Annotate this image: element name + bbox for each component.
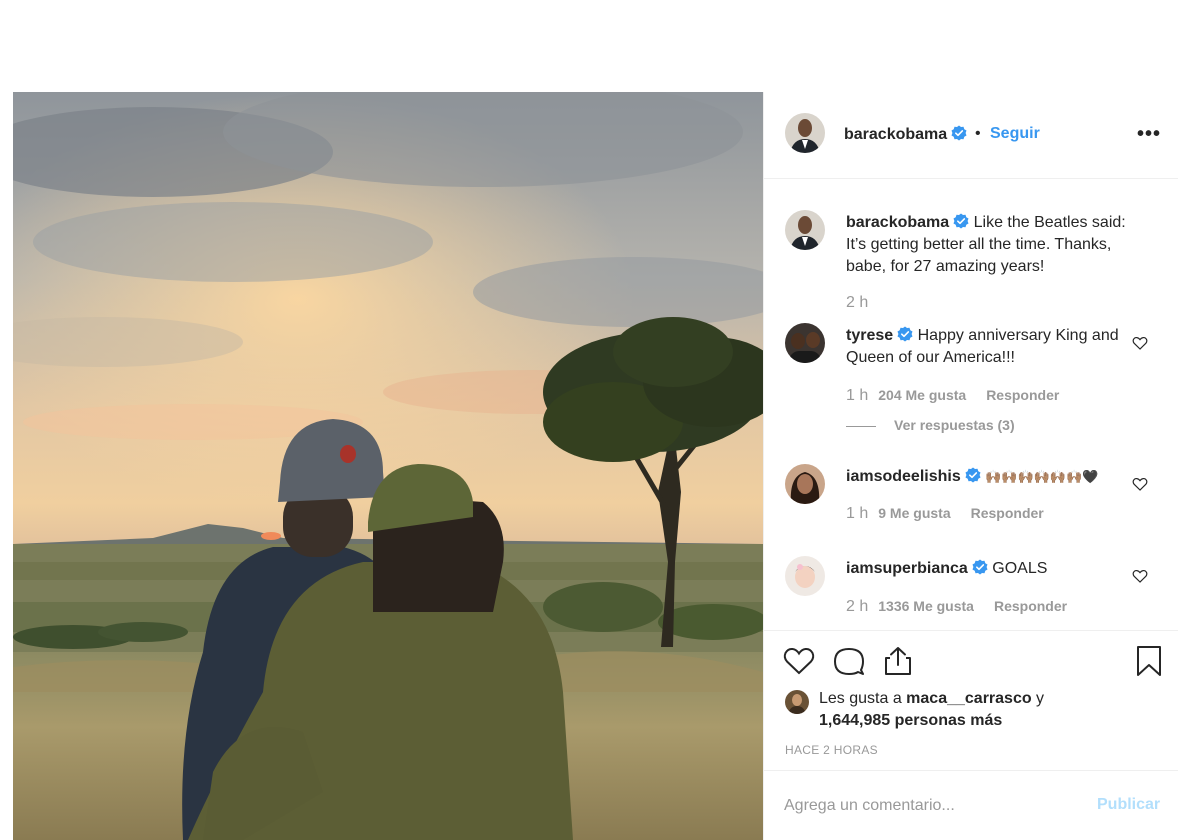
comment-input[interactable] xyxy=(784,793,1084,819)
follow-button[interactable]: Seguir xyxy=(990,125,1040,143)
like-comment-heart-icon[interactable] xyxy=(1132,476,1148,492)
sunset-savanna-photo xyxy=(13,92,763,840)
reply-button[interactable]: Responder xyxy=(971,505,1044,521)
caption-username[interactable]: barackobama xyxy=(846,214,949,231)
comment-body: GOALS xyxy=(992,560,1048,577)
comment-text: iamsuperbianca GOALS xyxy=(846,558,1146,580)
caption-time[interactable]: 2 h xyxy=(846,294,868,311)
view-replies-button[interactable]: Ver respuestas (3) xyxy=(846,417,1015,433)
comment-likes[interactable]: 1336 Me gusta xyxy=(878,598,974,614)
caption-avatar[interactable] xyxy=(785,210,825,250)
author-username[interactable]: barackobama xyxy=(844,125,967,144)
view-replies-label: Ver respuestas (3) xyxy=(894,417,1015,433)
likes-count[interactable]: 1,644,985 personas más xyxy=(819,712,1002,729)
caption-meta: 2 h xyxy=(846,294,878,312)
comment-time[interactable]: 1 h xyxy=(846,387,868,404)
verified-badge-icon xyxy=(951,125,967,141)
comment-likes[interactable]: 204 Me gusta xyxy=(878,387,966,403)
like-comment-heart-icon[interactable] xyxy=(1132,568,1148,584)
comment-meta: 1 h 9 Me gusta Responder xyxy=(846,505,1044,523)
publish-button[interactable]: Publicar xyxy=(1097,796,1160,814)
comment-time[interactable]: 1 h xyxy=(846,505,868,522)
heart-icon[interactable] xyxy=(782,644,816,678)
comment-username[interactable]: iamsuperbianca xyxy=(846,560,968,577)
replies-line xyxy=(846,425,876,427)
author-avatar[interactable] xyxy=(785,113,825,153)
like-comment-heart-icon[interactable] xyxy=(1132,335,1148,351)
comment-text: iamsodeelishis 🙌🏽🙌🏽🙌🏽🙌🏽🙌🏽🙌🏽🖤 xyxy=(846,466,1146,488)
more-options-icon[interactable]: ••• xyxy=(1137,123,1161,146)
header-separator: • xyxy=(975,125,981,142)
comment-avatar[interactable] xyxy=(785,556,825,596)
liker-avatar[interactable] xyxy=(785,690,809,714)
comment-meta: 2 h 1336 Me gusta Responder xyxy=(846,598,1067,616)
comment-avatar[interactable] xyxy=(785,323,825,363)
reply-button[interactable]: Responder xyxy=(986,387,1059,403)
post-sidebar: barackobama • Seguir ••• barackobama Lik… xyxy=(763,92,1178,840)
likes-connector: y xyxy=(1031,690,1045,707)
caption-text: barackobama Like the Beatles said: It’s … xyxy=(846,212,1146,278)
post-timestamp[interactable]: HACE 2 HORAS xyxy=(785,743,878,757)
liker-username[interactable]: maca__carrasco xyxy=(906,690,1031,707)
comment-body: 🙌🏽🙌🏽🙌🏽🙌🏽🙌🏽🙌🏽🖤 xyxy=(985,469,1099,484)
verified-badge-icon xyxy=(972,559,988,575)
comment-icon[interactable] xyxy=(832,644,866,678)
post-photo[interactable] xyxy=(13,92,763,840)
comment-text: tyrese Happy anniversary King and Queen … xyxy=(846,325,1146,369)
comment-meta: 1 h 204 Me gusta Responder xyxy=(846,387,1059,405)
comments-list[interactable]: barackobama Like the Beatles said: It’s … xyxy=(764,180,1178,630)
likes-text: Les gusta a maca__carrasco y 1,644,985 p… xyxy=(819,688,1139,732)
reply-button[interactable]: Responder xyxy=(994,598,1067,614)
verified-badge-icon xyxy=(965,467,981,483)
verified-badge-icon xyxy=(897,326,913,342)
post-actions: Les gusta a maca__carrasco y 1,644,985 p… xyxy=(764,630,1178,770)
comment-avatar[interactable] xyxy=(785,464,825,504)
post-header: barackobama • Seguir ••• xyxy=(764,92,1178,179)
comment-time[interactable]: 2 h xyxy=(846,598,868,615)
bookmark-icon[interactable] xyxy=(1132,644,1166,678)
comment-username[interactable]: tyrese xyxy=(846,327,893,344)
verified-badge-icon xyxy=(953,213,969,229)
add-comment-bar: Publicar xyxy=(764,770,1178,840)
comment-username[interactable]: iamsodeelishis xyxy=(846,468,961,485)
share-icon[interactable] xyxy=(881,644,915,678)
comment-likes[interactable]: 9 Me gusta xyxy=(878,505,950,521)
likes-prefix: Les gusta a xyxy=(819,690,907,707)
author-username-text: barackobama xyxy=(844,126,948,143)
